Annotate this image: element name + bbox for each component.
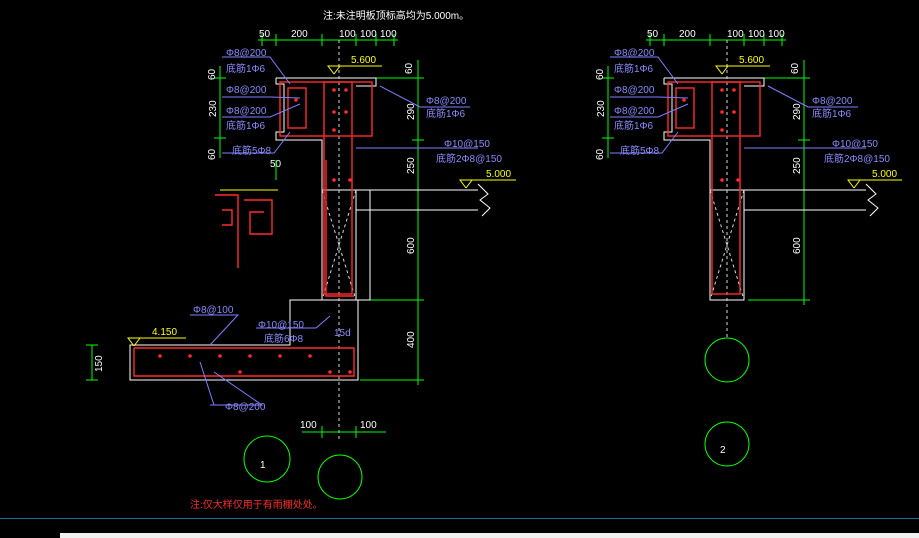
command-line-field[interactable] bbox=[60, 533, 919, 538]
rebar-label-12: Φ10@150 bbox=[258, 320, 304, 331]
d2-dim-left-2: 230 bbox=[596, 100, 607, 117]
rebar-label-3: Φ8@200 bbox=[226, 85, 267, 96]
rebar-label-7: Φ8@200 bbox=[426, 96, 467, 107]
dim-left-3: 60 bbox=[207, 148, 218, 160]
d2-rebar-label-9: Φ10@150 bbox=[832, 139, 878, 150]
slab-thickness: 150 bbox=[94, 355, 105, 372]
d2-elev-top: 5.600 bbox=[739, 55, 764, 66]
d2-rebar-label-4: Φ8@200 bbox=[614, 106, 655, 117]
rebar-label-6: 底筋5Φ8 bbox=[232, 144, 272, 157]
rebar-label-9: Φ10@150 bbox=[444, 139, 490, 150]
dim-right-3: 250 bbox=[406, 157, 417, 174]
dim-right-5: 400 bbox=[406, 331, 417, 348]
d2-dim-top-3: 100 bbox=[727, 29, 744, 40]
detail-2-rebar bbox=[667, 81, 761, 295]
detail-1-number-circle bbox=[243, 435, 291, 483]
d2-elev-main: 5.000 bbox=[872, 169, 897, 180]
d2-dim-top-4: 100 bbox=[748, 29, 765, 40]
d2-dim-right-1: 60 bbox=[790, 62, 801, 74]
dim-top-4: 100 bbox=[360, 29, 377, 40]
dim-right-1: 60 bbox=[404, 62, 415, 74]
rebar-label-13: 底筋6Φ8 bbox=[264, 332, 304, 345]
dim-bottom-2: 100 bbox=[360, 420, 377, 431]
dim-right-4: 600 bbox=[406, 237, 417, 254]
elev-main: 5.000 bbox=[486, 169, 511, 180]
detail-1-number: 1 bbox=[260, 460, 266, 471]
dim-left-2: 230 bbox=[208, 100, 219, 117]
rebar-label-1: Φ8@200 bbox=[226, 48, 267, 59]
d2-dim-left-1: 60 bbox=[595, 68, 606, 80]
detail-2-elevations: 5.600 5.000 bbox=[715, 55, 902, 189]
d2-rebar-label-7: Φ8@200 bbox=[812, 96, 853, 107]
cad-drawing-canvas[interactable]: 注:未注明板顶标高均为5.000m。 50 200 100 100 100 60… bbox=[0, 0, 919, 537]
d2-rebar-label-3: Φ8@200 bbox=[614, 85, 655, 96]
d2-rebar-label-5: 底筋1Φ6 bbox=[614, 119, 654, 132]
detail-1-left-dimensions: 60 230 60 bbox=[207, 66, 226, 160]
d2-dim-right-3: 250 bbox=[792, 157, 803, 174]
d2-dim-top-1: 50 bbox=[647, 29, 659, 40]
dim-bottom-1: 100 bbox=[300, 420, 317, 431]
detail-2-number: 2 bbox=[720, 445, 726, 456]
d2-rebar-label-10: 底筋2Φ8@150 bbox=[824, 152, 890, 165]
rebar-label-8: 底筋1Φ6 bbox=[426, 107, 466, 120]
dim-top-3: 100 bbox=[339, 29, 356, 40]
detail-1-axis-circle bbox=[317, 454, 363, 500]
elev-top: 5.600 bbox=[351, 55, 376, 66]
detail-2-number-circle bbox=[704, 421, 750, 467]
elev-low: 4.150 bbox=[152, 327, 177, 338]
rebar-label-15: 15d bbox=[334, 328, 351, 339]
rebar-label-11: Φ8@100 bbox=[193, 305, 234, 316]
rebar-label-10: 底筋2Φ8@150 bbox=[436, 152, 502, 165]
d2-dim-top-2: 200 bbox=[679, 29, 696, 40]
detail-1-bottom-dimensions: 150 100 100 bbox=[86, 344, 386, 438]
dim-top-5: 100 bbox=[380, 29, 397, 40]
d2-dim-right-4: 600 bbox=[792, 237, 803, 254]
rebar-label-2: 底筋1Φ6 bbox=[226, 62, 266, 75]
detail-2[interactable]: 50 200 100 100 100 60 230 60 60 290 250 … bbox=[595, 29, 902, 467]
d2-rebar-label-6: 底筋5Φ8 bbox=[620, 144, 660, 157]
d2-dim-top-5: 100 bbox=[768, 29, 785, 40]
detail-1-hook-sketch bbox=[215, 189, 278, 268]
d2-rebar-label-1: Φ8@200 bbox=[614, 48, 655, 59]
dim-top-2: 200 bbox=[291, 29, 308, 40]
dim-right-2: 290 bbox=[406, 103, 417, 120]
bottom-note: 注:仅大样仅用于有雨棚处处。 bbox=[190, 498, 323, 511]
d2-dim-right-2: 290 bbox=[792, 103, 803, 120]
d2-dim-left-3: 60 bbox=[595, 148, 606, 160]
dim-left-1: 60 bbox=[207, 68, 218, 80]
header-note: 注:未注明板顶标高均为5.000m。 bbox=[323, 9, 469, 22]
detail-2-right-dimensions: 60 290 250 600 bbox=[718, 60, 810, 305]
detail-1-top-dimensions: 50 200 100 100 100 bbox=[258, 29, 398, 46]
dim-top-1: 50 bbox=[259, 29, 271, 40]
d2-rebar-label-8: 底筋1Φ6 bbox=[812, 107, 852, 120]
d2-rebar-label-2: 底筋1Φ6 bbox=[614, 62, 654, 75]
detail-2-left-dimensions: 60 230 60 bbox=[595, 66, 614, 160]
detail-2-top-dimensions: 50 200 100 100 100 bbox=[646, 29, 786, 46]
detail-1[interactable]: 50 200 100 100 100 60 230 60 60 290 250 … bbox=[86, 29, 516, 500]
rebar-label-14: Φ8@200 bbox=[225, 402, 266, 413]
rebar-label-4: Φ8@200 bbox=[226, 106, 267, 117]
detail-2-axis-circle bbox=[704, 337, 750, 383]
status-bar bbox=[0, 518, 919, 538]
detail-2-section-outline bbox=[663, 40, 879, 340]
rebar-label-5: 底筋1Φ6 bbox=[226, 119, 266, 132]
